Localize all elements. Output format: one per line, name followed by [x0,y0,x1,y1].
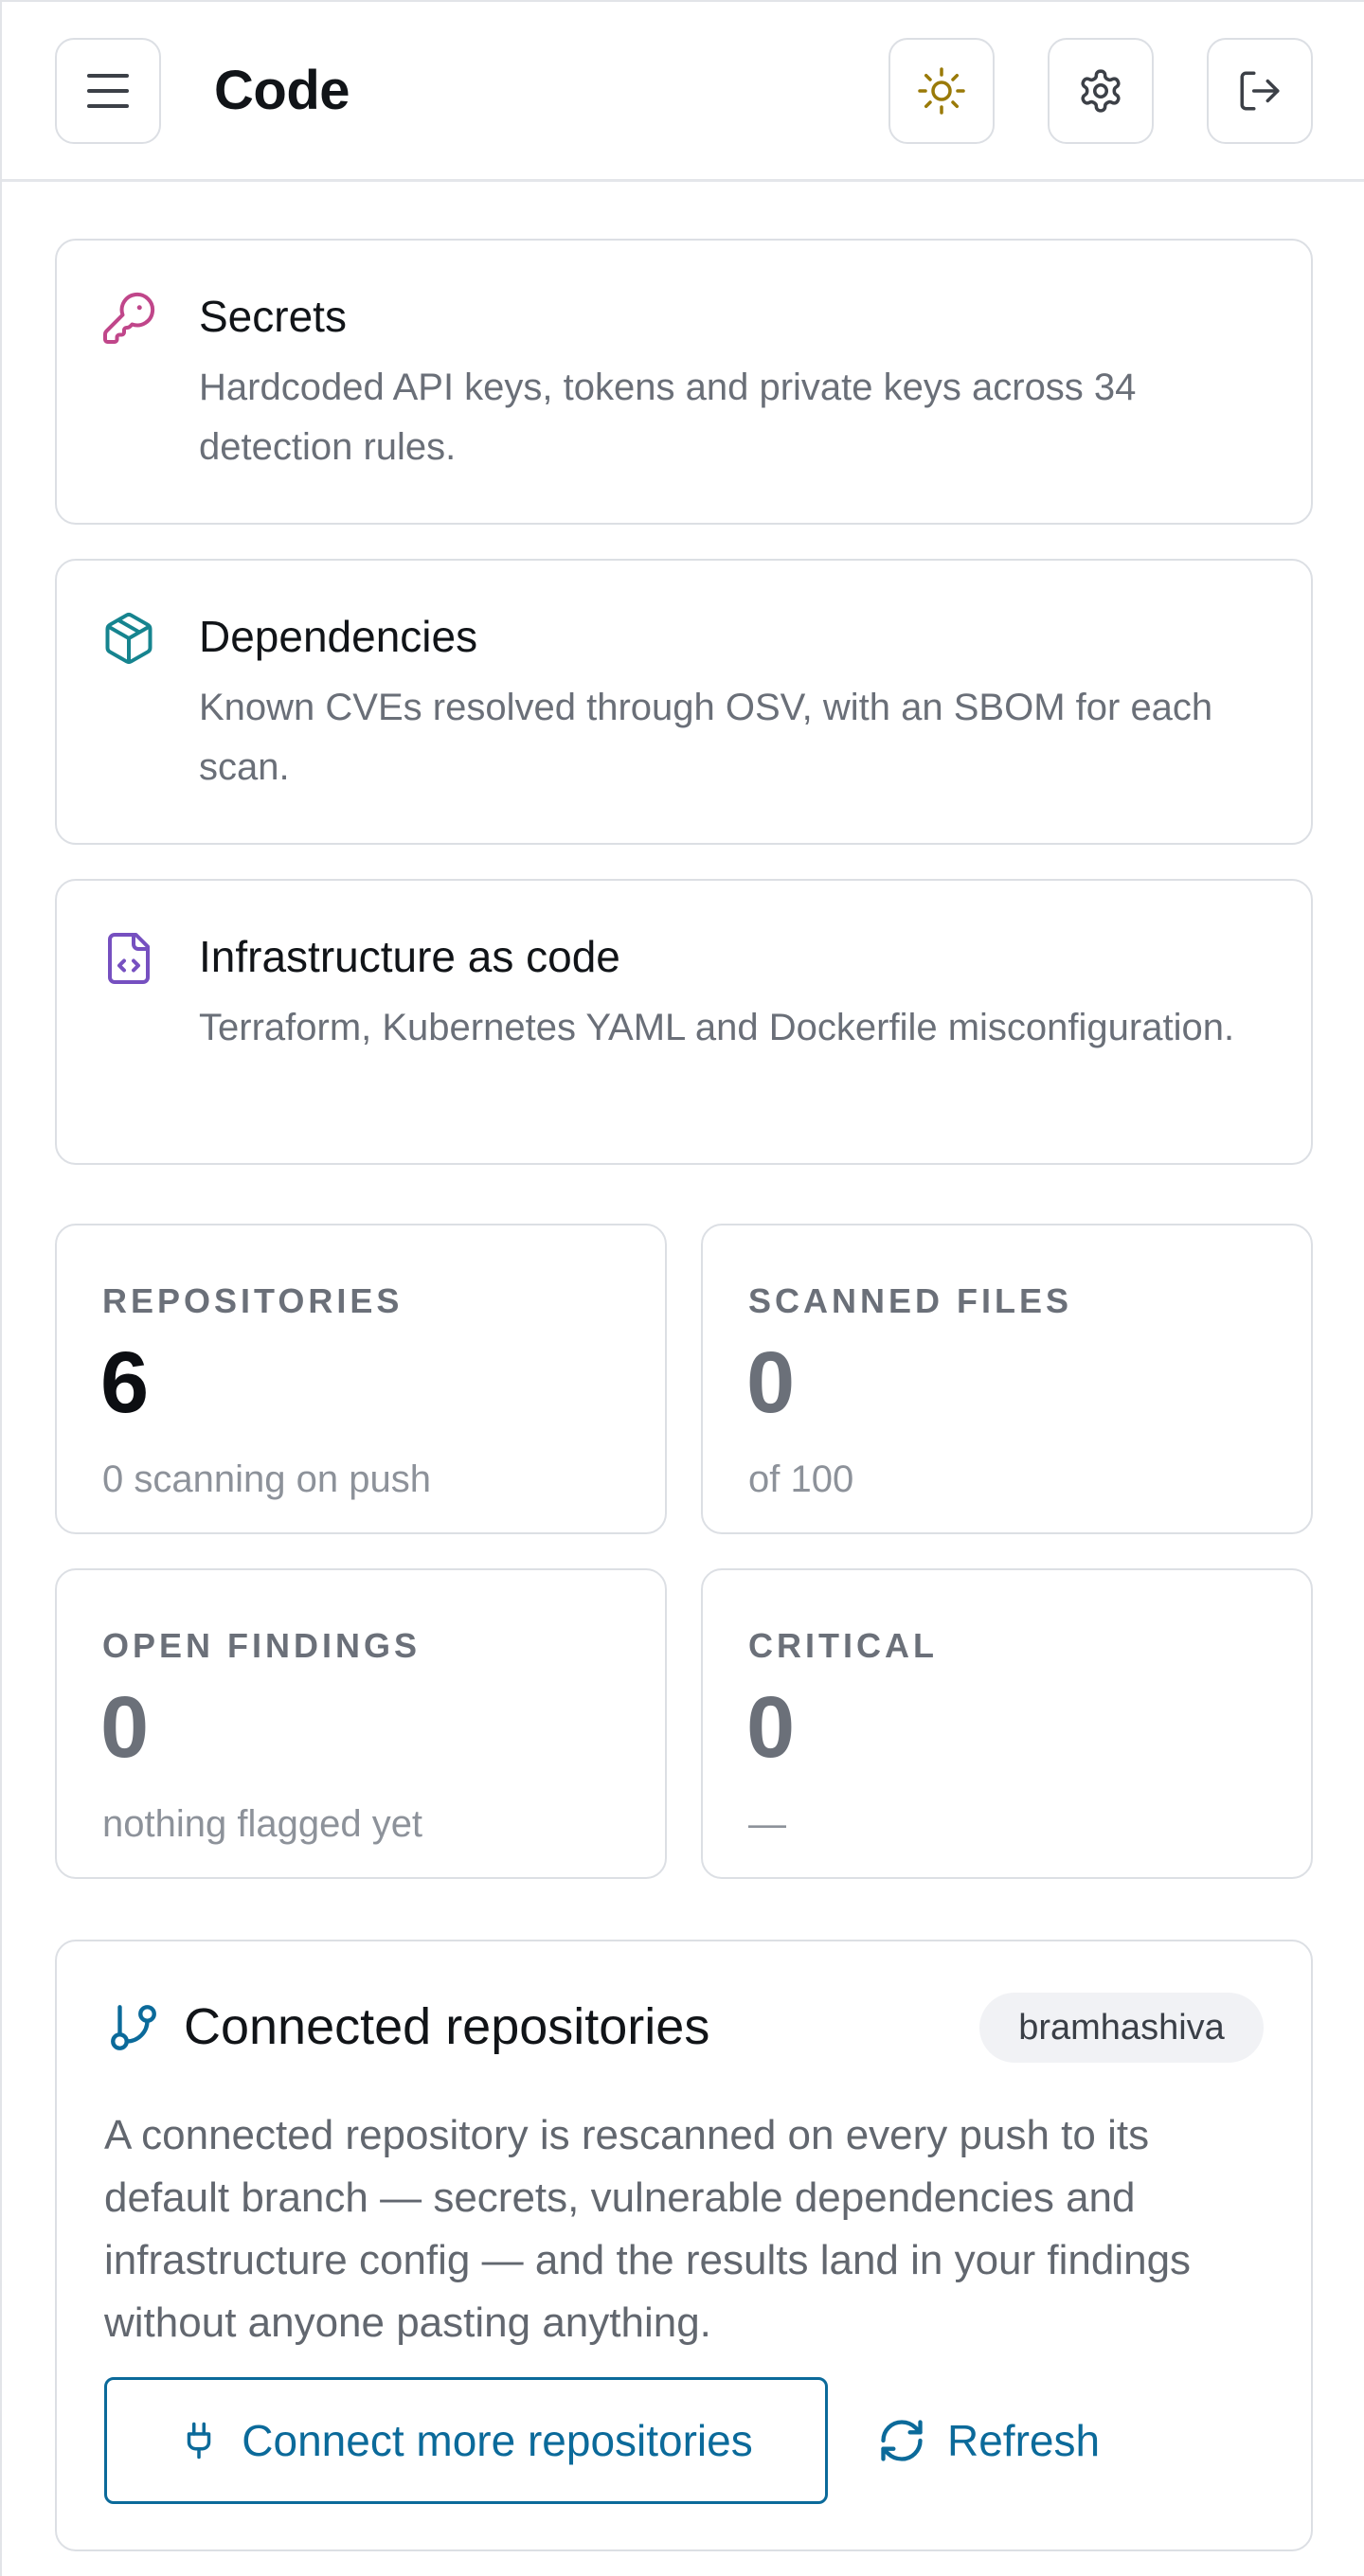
section-title: Connected repositories [184,1998,710,2055]
stat-value: 6 [100,1334,150,1431]
feature-description: Hardcoded API keys, tokens and private k… [199,367,1137,468]
connected-repositories-card: Connected repositories bramhashiva A con… [55,1940,1313,2551]
refresh-icon [881,2420,923,2461]
key-icon [103,292,155,344]
logout-icon [1240,71,1280,111]
hamburger-menu-icon [87,74,129,108]
feature-title: Secrets [199,292,347,341]
plug-icon [188,2422,211,2460]
refresh-button-label: Refresh [947,2416,1101,2465]
feature-description: Terraform, Kubernetes YAML and Dockerfil… [199,1007,1235,1048]
logout-button[interactable] [1207,38,1313,144]
file-code-icon [108,933,150,984]
stat-card-repositories: REPOSITORIES 6 0 scanning on push [55,1224,667,1534]
stat-value: 0 [100,1679,150,1776]
stat-value: 0 [746,1334,796,1431]
page-title: Code [214,60,350,121]
stat-card-critical: CRITICAL 0 — [701,1568,1313,1879]
stat-subtext: — [748,1803,786,1845]
git-branch-icon [111,2005,156,2050]
connect-repositories-button[interactable]: Connect more repositories [104,2377,828,2504]
section-description: A connected repository is rescanned on e… [104,2112,1192,2346]
feature-card-secrets: Secrets Hardcoded API keys, tokens and p… [55,239,1313,525]
stat-subtext: 0 scanning on push [102,1458,431,1500]
stat-subtext: nothing flagged yet [102,1803,423,1845]
feature-card-dependencies: Dependencies Known CVEs resolved through… [55,559,1313,845]
stat-card-open-findings: OPEN FINDINGS 0 nothing flagged yet [55,1568,667,1879]
account-badge: bramhashiva [979,1993,1264,2063]
stat-card-scanned-files: SCANNED FILES 0 of 100 [701,1224,1313,1534]
stat-label: REPOSITORIES [102,1281,404,1320]
sun-icon [918,67,965,115]
feature-title: Infrastructure as code [199,932,620,981]
feature-card-iac: Infrastructure as code Terraform, Kubern… [55,879,1313,1165]
stat-label: OPEN FINDINGS [102,1626,422,1665]
feature-title: Dependencies [199,612,478,661]
menu-button[interactable] [55,38,161,144]
stat-value: 0 [746,1679,796,1776]
feature-description: Known CVEs resolved through OSV, with an… [199,687,1213,788]
package-icon [105,613,153,664]
top-header: Code [2,2,1364,182]
connect-button-label: Connect more repositories [242,2416,753,2465]
stat-subtext: of 100 [748,1458,854,1500]
stat-label: SCANNED FILES [748,1281,1073,1320]
refresh-button[interactable]: Refresh [877,2377,1100,2504]
theme-toggle-button[interactable] [888,38,995,144]
app-frame: Code Secrets Hardcoded API keys, tokens … [0,0,1364,2576]
gear-icon [1081,69,1121,113]
stat-label: CRITICAL [748,1626,938,1665]
settings-button[interactable] [1048,38,1154,144]
